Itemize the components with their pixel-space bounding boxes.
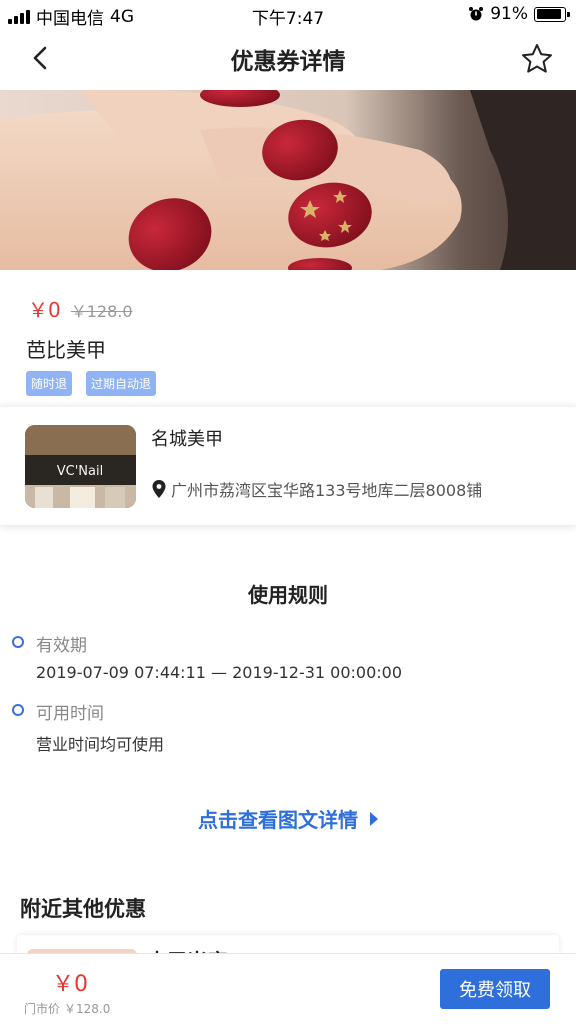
page-title: 优惠券详情 — [230, 49, 346, 75]
rule-value: 营业时间均可使用 — [36, 735, 165, 754]
bullet-dot-icon — [12, 636, 24, 648]
tag-auto-refund-expired: 过期自动退 — [86, 371, 157, 396]
bullet-dot-icon — [12, 704, 24, 716]
store-photo: VC'Nail — [25, 425, 136, 508]
favorite-star-icon[interactable] — [520, 42, 554, 76]
store-address-text: 广州市荔湾区宝华路133号地库二层8008铺 — [171, 481, 483, 500]
rule-value: 2019-07-09 07:44:11 — 2019-12-31 00:00:0… — [36, 663, 403, 682]
product-hero-image — [0, 90, 576, 270]
store-address: 广州市荔湾区宝华路133号地库二层8008铺 — [151, 477, 482, 501]
alarm-icon — [469, 7, 484, 21]
bottom-action-bar: ￥0 门市价 ￥128.0 免费领取 — [0, 953, 576, 1024]
status-bar: 中国电信 4G 下午7:47 91% — [0, 0, 576, 29]
bottom-price: ￥0 — [52, 972, 88, 997]
price-row: ￥0 ￥128.0 — [28, 294, 133, 323]
location-pin-icon — [152, 480, 166, 498]
view-details-label: 点击查看图文详情 — [198, 808, 358, 832]
current-price: ￥0 — [28, 298, 61, 322]
rule-label: 有效期 — [36, 636, 87, 656]
battery-percent: 91% — [490, 4, 528, 24]
market-price-value: ￥128.0 — [64, 1002, 111, 1016]
rule-label: 可用时间 — [36, 704, 104, 724]
triangle-right-icon — [370, 811, 378, 826]
store-sign-text: VC'Nail — [57, 464, 103, 479]
rules-title: 使用规则 — [248, 583, 328, 607]
battery-icon — [534, 6, 570, 22]
store-name: 名城美甲 — [151, 429, 223, 450]
tag-refund-anytime: 随时退 — [26, 371, 73, 396]
store-front-image: VC'Nail — [25, 425, 136, 508]
product-tags: 随时退 过期自动退 — [26, 371, 157, 396]
nail-photo — [0, 90, 576, 270]
view-details-link[interactable]: 点击查看图文详情 — [0, 804, 576, 833]
nearby-offers-title: 附近其他优惠 — [20, 897, 146, 921]
original-price: ￥128.0 — [70, 302, 133, 321]
market-price: 门市价 ￥128.0 — [24, 1000, 110, 1017]
product-name: 芭比美甲 — [26, 338, 106, 362]
claim-free-button[interactable]: 免费领取 — [440, 969, 550, 1009]
market-price-label: 门市价 — [24, 1002, 61, 1016]
nav-bar: 优惠券详情 — [0, 28, 576, 90]
status-right: 91% — [468, 4, 570, 24]
store-card[interactable]: VC'Nail 名城美甲 广州市荔湾区宝华路133号地库二层8008铺 — [0, 407, 576, 525]
